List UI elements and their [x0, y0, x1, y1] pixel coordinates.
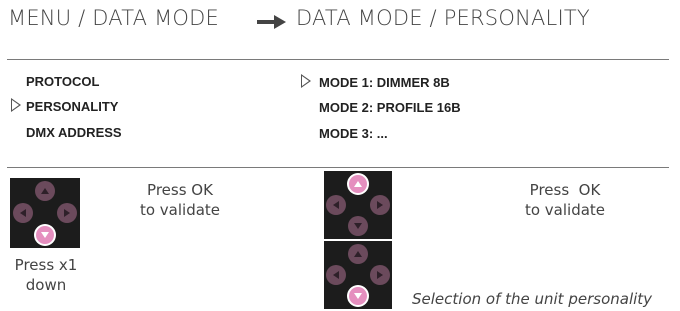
divider-top [7, 59, 669, 60]
header-left-title: MENU / DATA MODE [8, 6, 219, 30]
caption-press-down: Press x1 down [14, 256, 78, 294]
divider-middle [7, 167, 669, 168]
header-right-title: DATA MODE / PERSONALITY [296, 6, 590, 30]
mode-item-1[interactable]: MODE 1: DIMMER 8B [319, 75, 450, 90]
menu-item-dmx-address[interactable]: DMX ADDRESS [26, 125, 122, 140]
keypad-down-icon [324, 241, 392, 309]
caption-press-ok-right: Press OK to validate [524, 181, 606, 219]
menu-item-personality[interactable]: PERSONALITY [26, 99, 118, 114]
menu-item-protocol[interactable]: PROTOCOL [26, 74, 99, 89]
selector-triangle-icon [301, 74, 311, 88]
caption-press-ok-left: Press OK to validate [139, 181, 221, 219]
keypad-up-icon [324, 171, 392, 239]
caption-selection: Selection of the unit personality [412, 290, 653, 308]
selector-triangle-icon [11, 98, 21, 112]
keypad-down-icon [10, 178, 80, 248]
mode-item-2[interactable]: MODE 2: PROFILE 16B [319, 100, 461, 115]
right-arrow-icon [257, 15, 286, 29]
mode-item-3[interactable]: MODE 3: ... [319, 126, 388, 141]
